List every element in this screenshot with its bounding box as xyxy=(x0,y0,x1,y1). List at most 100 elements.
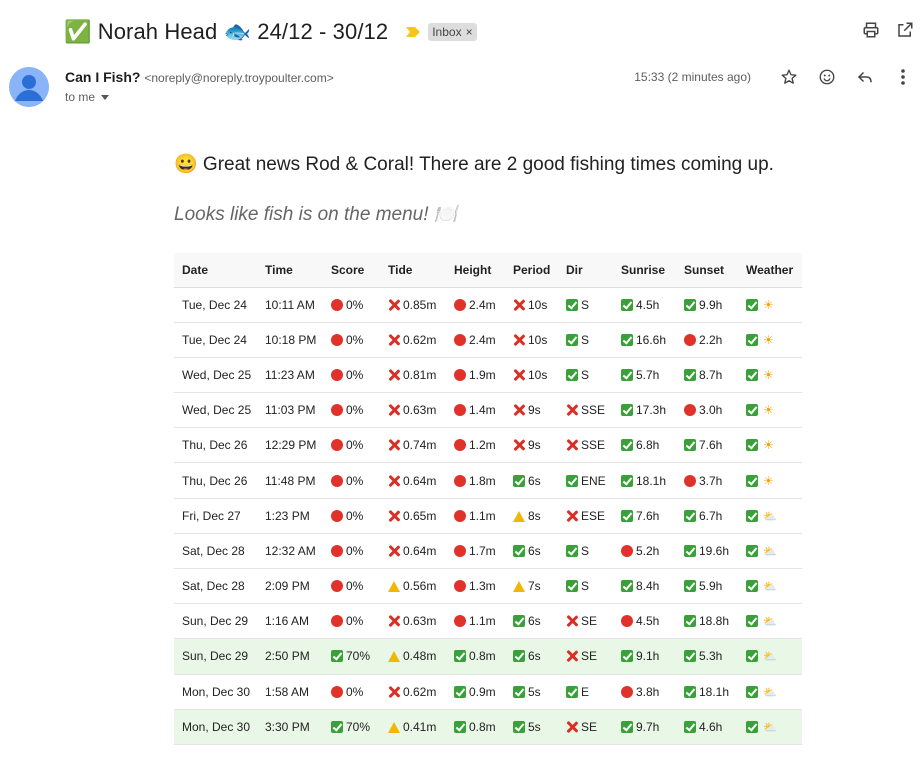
check-icon xyxy=(566,333,578,346)
warning-icon xyxy=(513,510,525,522)
cell-value: Wed, Dec 25 xyxy=(182,403,252,418)
check-icon xyxy=(566,368,578,381)
check-icon xyxy=(684,509,696,522)
cell-value: 2.4m xyxy=(469,297,496,312)
cell-value: 0.41m xyxy=(403,719,437,734)
cell-value: 0% xyxy=(346,332,364,347)
cell-sunset: 19.6h xyxy=(676,533,738,570)
cross-icon xyxy=(388,334,400,346)
cell-period: 6s xyxy=(505,638,558,675)
column-header-height: Height xyxy=(446,253,505,288)
more-options-icon[interactable] xyxy=(893,67,913,87)
cell-value: Sun, Dec 29 xyxy=(182,614,249,629)
cell-weather: ⛅ xyxy=(738,603,802,640)
cell-sunrise: 6.8h xyxy=(613,427,676,464)
cell-period: 10s xyxy=(505,322,558,358)
email-subject: ✅ Norah Head 🐟 24/12 - 30/12 xyxy=(64,19,389,44)
cell-tide: 0.65m xyxy=(380,498,446,534)
importance-marker-icon[interactable] xyxy=(406,27,421,37)
cell-date: Sun, Dec 29 xyxy=(174,603,257,640)
cell-period: 9s xyxy=(505,427,558,464)
cell-value: 1.8m xyxy=(469,473,496,488)
cell-value: 4.5h xyxy=(636,297,660,312)
cell-height: 0.8m xyxy=(446,638,505,675)
red-circle-icon xyxy=(684,333,696,346)
reply-icon[interactable] xyxy=(855,67,875,87)
cell-value: 5s xyxy=(528,684,541,699)
message-body: 😀 Great news Rod & Coral! There are 2 go… xyxy=(174,148,814,226)
label-chip-inbox[interactable]: Inbox × xyxy=(428,23,477,41)
cell-value: 1.4m xyxy=(469,403,496,418)
cell-weather: ⛅ xyxy=(738,709,802,745)
star-icon[interactable] xyxy=(779,67,799,87)
remove-label-icon[interactable]: × xyxy=(466,25,473,39)
cell-value: 1:23 PM xyxy=(265,508,310,523)
cell-value: S xyxy=(581,543,590,558)
red-circle-icon xyxy=(454,333,466,346)
red-circle-icon xyxy=(684,404,696,417)
sender-avatar[interactable] xyxy=(9,67,49,107)
cell-sunset: 3.7h xyxy=(676,462,738,499)
cell-value: 0% xyxy=(346,579,364,594)
cell-sunset: 2.2h xyxy=(676,322,738,358)
cell-sunrise: 9.7h xyxy=(613,709,676,745)
red-circle-icon xyxy=(331,333,343,346)
sender-name[interactable]: Can I Fish? xyxy=(65,69,140,85)
open-in-new-window-icon[interactable] xyxy=(895,20,915,40)
cell-value: Fri, Dec 27 xyxy=(182,508,241,523)
emoji-reaction-icon[interactable] xyxy=(817,67,837,87)
cell-value: 12:32 AM xyxy=(265,543,316,558)
table-row: Wed, Dec 25 11:03 PM 0% 0.63m 1.4m 9s SSE 17.3h… xyxy=(174,392,802,429)
table-row: Mon, Dec 30 3:30 PM 70% 0.41m 0.8m 5s SE 9.7h 4.… xyxy=(174,709,802,745)
check-icon xyxy=(746,439,758,452)
cell-value: 0.85m xyxy=(403,297,437,312)
cell-date: Thu, Dec 26 xyxy=(174,462,257,499)
red-circle-icon xyxy=(331,368,343,381)
cell-date: Fri, Dec 27 xyxy=(174,498,257,534)
red-circle-icon xyxy=(454,544,466,557)
table-row: Wed, Dec 25 11:23 AM 0% 0.81m 1.9m 10s S 5.7h 8.… xyxy=(174,357,802,394)
table-row: Mon, Dec 30 1:58 AM 0% 0.62m 0.9m 5s E 3.8h 18.1… xyxy=(174,674,802,710)
cell-weather: ☀ xyxy=(738,462,802,499)
cell-value: S xyxy=(581,367,590,382)
cell-value: 0.64m xyxy=(403,473,437,488)
cell-score: 0% xyxy=(323,674,380,710)
table-header-row: Date Time Score Tide Height Period Dir Sunrise S… xyxy=(174,253,802,288)
cell-value: S xyxy=(581,297,590,312)
column-header-dir: Dir xyxy=(558,253,613,288)
cell-value: ESE xyxy=(581,508,606,523)
red-circle-icon xyxy=(331,615,343,628)
cell-value: 2:09 PM xyxy=(265,579,310,594)
cell-value: 2.2h xyxy=(699,332,723,347)
cell-weather: ☀ xyxy=(738,322,802,358)
cell-sunset: 3.0h xyxy=(676,392,738,429)
red-circle-icon xyxy=(454,509,466,522)
cross-icon xyxy=(388,439,400,451)
cell-weather: ☀ xyxy=(738,357,802,394)
red-circle-icon xyxy=(331,544,343,557)
cell-value: ENE xyxy=(581,473,606,488)
red-circle-icon xyxy=(331,685,343,698)
cell-sunrise: 3.8h xyxy=(613,674,676,710)
cell-value: 0% xyxy=(346,684,364,699)
recipient-details-toggle[interactable]: to me xyxy=(65,90,110,104)
cell-time: 12:32 AM xyxy=(257,533,323,570)
cell-sunrise: 17.3h xyxy=(613,392,676,429)
cell-sunset: 6.7h xyxy=(676,498,738,534)
cell-value: 6s xyxy=(528,473,541,488)
check-icon xyxy=(746,685,758,698)
cell-score: 0% xyxy=(323,322,380,358)
check-icon xyxy=(746,650,758,663)
cell-time: 12:29 PM xyxy=(257,427,323,464)
red-circle-icon xyxy=(621,685,633,698)
cross-icon xyxy=(388,510,400,522)
cell-sunset: 18.1h xyxy=(676,674,738,710)
cell-tide: 0.48m xyxy=(380,638,446,675)
cell-date: Wed, Dec 25 xyxy=(174,392,257,429)
cell-value: 1.9m xyxy=(469,367,496,382)
print-icon[interactable] xyxy=(861,20,881,40)
cell-score: 70% xyxy=(323,638,380,675)
cell-sunrise: 5.7h xyxy=(613,357,676,394)
cell-value: 4.6h xyxy=(699,719,723,734)
cell-tide: 0.62m xyxy=(380,674,446,710)
